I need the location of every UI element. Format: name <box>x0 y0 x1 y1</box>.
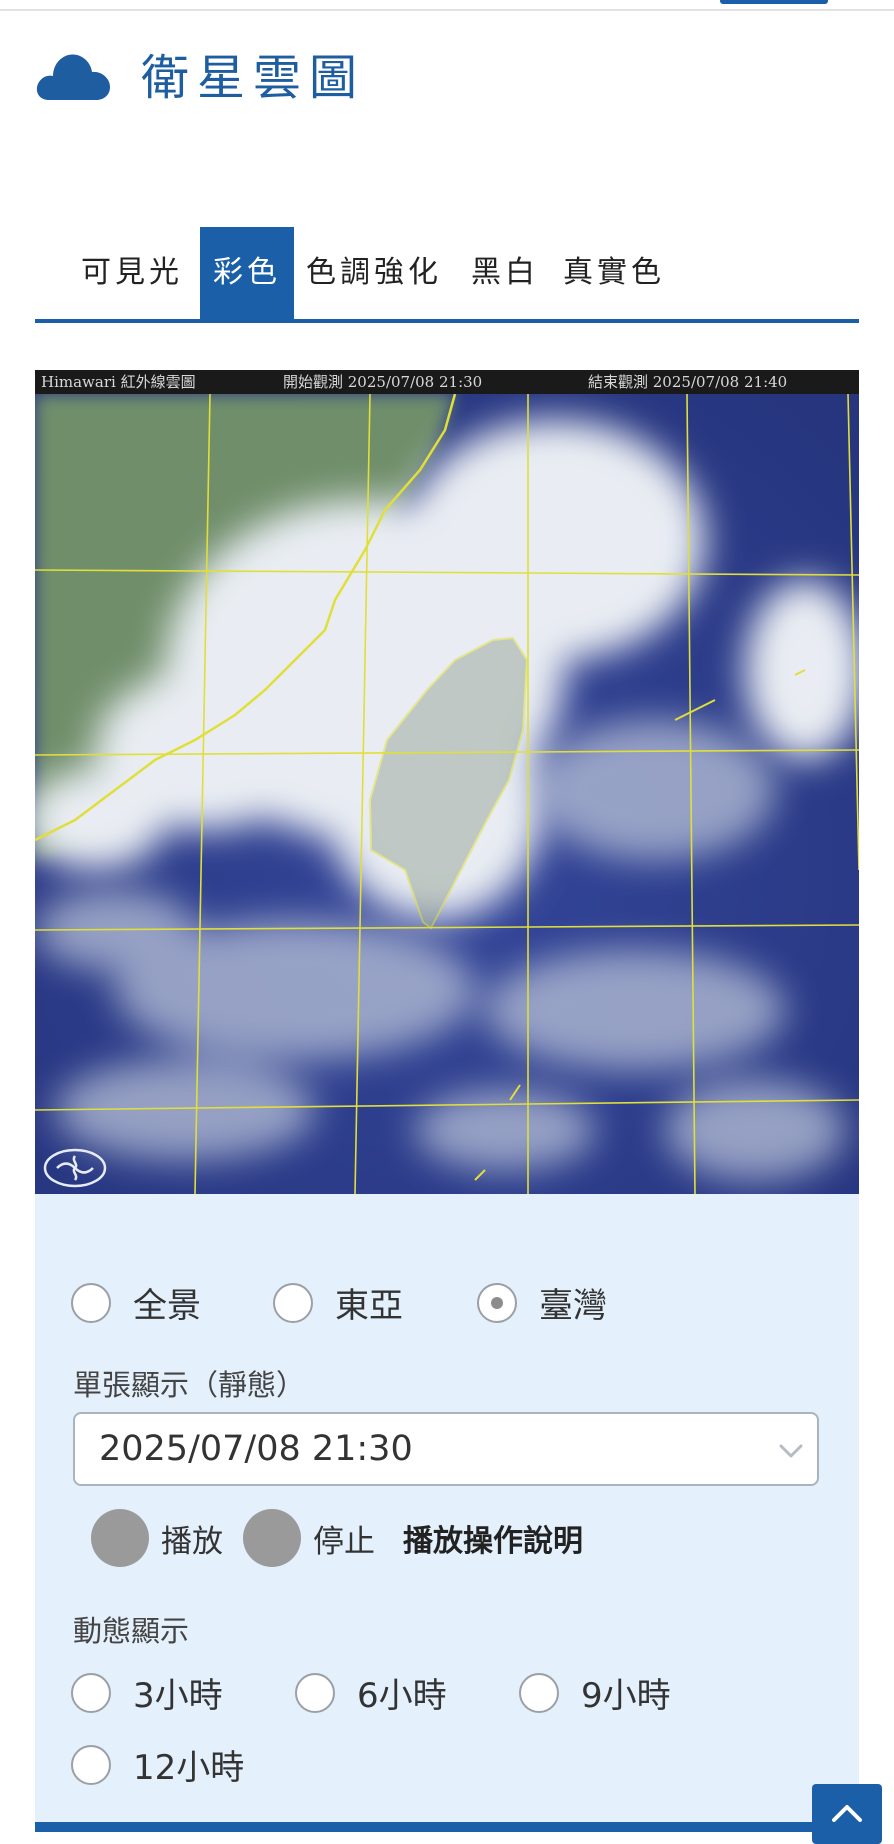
back-to-top-button[interactable] <box>812 1784 882 1844</box>
duration-option-6h[interactable]: 6小時 <box>295 1668 447 1717</box>
duration-radio-9h[interactable] <box>519 1672 559 1713</box>
region-label-full: 全景 <box>133 1286 201 1326</box>
observation-end: 結束觀測 2025/07/08 21:40 <box>588 373 788 391</box>
time-select-value: 2025/07/08 21:30 <box>99 1429 413 1469</box>
image-header: Himawari 紅外線雲圖 開始觀測 2025/07/08 21:30 結束觀… <box>35 370 859 394</box>
region-radio-taiwan[interactable] <box>477 1282 517 1323</box>
dynamic-display-label: 動態顯示 <box>73 1614 190 1648</box>
stop-label: 停止 <box>313 1523 375 1560</box>
control-panel: 全景 東亞 臺灣 單張顯示（靜態） 2025/07/08 21:30 播放 停止… <box>35 1194 859 1832</box>
page-header: 衛星雲圖 <box>35 38 365 108</box>
image-source-label: Himawari 紅外線雲圖 <box>41 373 196 391</box>
tab-color[interactable]: 彩色 <box>200 227 294 319</box>
tab-enhanced[interactable]: 色調強化 <box>296 227 452 319</box>
duration-option-9h[interactable]: 9小時 <box>519 1668 671 1717</box>
cloud-icon <box>36 54 110 100</box>
satellite-image: Himawari 紅外線雲圖 開始觀測 2025/07/08 21:30 結束觀… <box>35 370 859 1194</box>
header-menu-button[interactable] <box>720 0 828 4</box>
chevron-down-icon <box>779 1444 803 1458</box>
region-radio-east-asia[interactable] <box>273 1282 313 1323</box>
region-option-full[interactable]: 全景 <box>71 1278 201 1327</box>
panel-bottom-bar <box>35 1822 812 1832</box>
page-title: 衛星雲圖 <box>141 50 366 106</box>
tab-bw[interactable]: 黑白 <box>461 227 549 319</box>
region-label-taiwan: 臺灣 <box>539 1286 607 1326</box>
duration-label-12h: 12小時 <box>133 1748 245 1788</box>
duration-option-3h[interactable]: 3小時 <box>71 1668 223 1717</box>
tab-visible[interactable]: 可見光 <box>71 227 193 319</box>
playback-controls: 播放 停止 播放操作說明 <box>91 1508 583 1568</box>
stop-button[interactable] <box>243 1509 301 1567</box>
play-button[interactable] <box>91 1509 149 1567</box>
region-option-east-asia[interactable]: 東亞 <box>273 1278 403 1327</box>
image-type-tabs: 可見光 彩色 色調強化 黑白 真實色 <box>35 227 859 323</box>
duration-label-9h: 9小時 <box>581 1676 671 1716</box>
top-border <box>0 0 894 11</box>
region-label-east-asia: 東亞 <box>335 1286 403 1326</box>
observation-start: 開始觀測 2025/07/08 21:30 <box>283 373 483 391</box>
chevron-up-icon <box>832 1805 862 1822</box>
tab-true-color[interactable]: 真實色 <box>553 227 675 319</box>
duration-label-6h: 6小時 <box>357 1676 447 1716</box>
play-label: 播放 <box>161 1523 223 1560</box>
static-display-label: 單張顯示（靜態） <box>73 1368 306 1402</box>
time-select[interactable]: 2025/07/08 21:30 <box>73 1412 819 1486</box>
playback-help-link[interactable]: 播放操作說明 <box>403 1516 583 1560</box>
region-option-taiwan[interactable]: 臺灣 <box>477 1278 607 1327</box>
region-radio-full[interactable] <box>71 1282 111 1323</box>
duration-radio-3h[interactable] <box>71 1672 111 1713</box>
cwa-logo-icon <box>43 1148 107 1188</box>
duration-label-3h: 3小時 <box>133 1676 223 1716</box>
duration-option-12h[interactable]: 12小時 <box>71 1740 244 1789</box>
duration-radio-6h[interactable] <box>295 1672 335 1713</box>
duration-radio-12h[interactable] <box>71 1744 111 1785</box>
satellite-image-graphic <box>35 370 859 1194</box>
